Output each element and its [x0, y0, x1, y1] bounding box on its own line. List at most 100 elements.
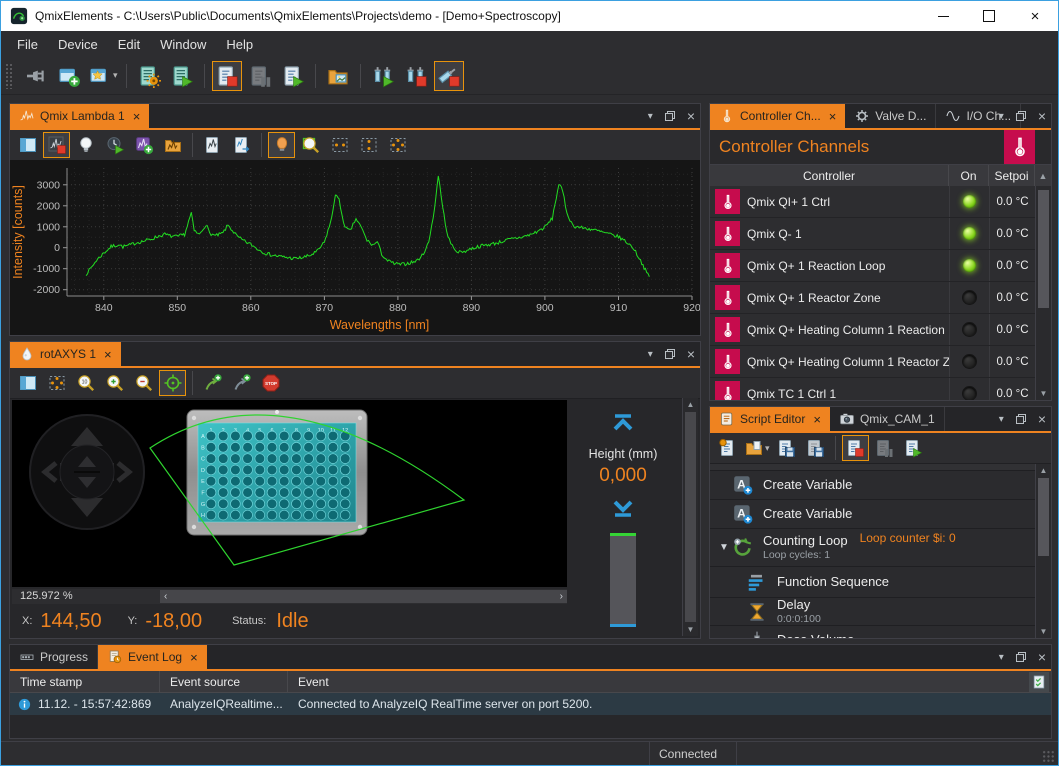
report-icon[interactable]	[199, 132, 226, 158]
add-device-window-icon[interactable]	[54, 61, 84, 91]
script-pause-icon[interactable]	[871, 435, 898, 461]
tab-close-icon[interactable]: ×	[829, 110, 837, 123]
script-item-create-variable[interactable]: ACreate Variable	[710, 471, 1035, 500]
on-cell[interactable]	[949, 314, 989, 345]
spectrum-stop-icon[interactable]	[43, 132, 70, 158]
script-item-dose-volume[interactable]: Dose Volume	[710, 626, 1035, 638]
controller-row[interactable]: Qmix Q+ Heating Column 1 Reactor Zone0.0…	[710, 346, 1035, 378]
filter-log-icon[interactable]	[1029, 672, 1049, 692]
tab-close-icon[interactable]: ×	[133, 110, 141, 123]
zoom-out-icon[interactable]	[130, 370, 157, 396]
setpoint-cell[interactable]: 0.0 °C	[989, 346, 1035, 377]
menu-item-edit[interactable]: Edit	[108, 37, 150, 52]
add-position-icon[interactable]	[199, 370, 226, 396]
spectrum-chart[interactable]: 840850860870880890900910920-2000-1000010…	[10, 160, 700, 335]
on-cell[interactable]	[949, 282, 989, 313]
pane-close-icon[interactable]: ×	[1038, 411, 1046, 427]
pane-close-icon[interactable]: ×	[1038, 649, 1046, 665]
panel-toggle-icon[interactable]	[14, 370, 41, 396]
menu-item-device[interactable]: Device	[48, 37, 108, 52]
tab-qmix-cam-1[interactable]: Qmix_CAM_1	[830, 407, 945, 431]
menu-item-window[interactable]: Window	[150, 37, 216, 52]
lamp-icon[interactable]	[268, 132, 295, 158]
pane-menu-icon[interactable]: ▾	[999, 652, 1004, 663]
pumps-stop-icon[interactable]	[401, 61, 431, 91]
tab-controller-ch-[interactable]: Controller Ch...×	[710, 104, 845, 128]
script-pause-icon[interactable]	[245, 61, 275, 91]
tab-close-icon[interactable]: ×	[104, 348, 112, 361]
pane-float-icon[interactable]	[1015, 413, 1027, 425]
pane-close-icon[interactable]: ×	[687, 108, 695, 124]
favorites-window-icon[interactable]: ▾	[87, 61, 119, 91]
toolbar-grip[interactable]	[5, 63, 13, 89]
syringe-stop-icon[interactable]	[434, 61, 464, 91]
timer-start-icon[interactable]	[101, 132, 128, 158]
pane-close-icon[interactable]: ×	[1038, 108, 1046, 124]
menu-item-file[interactable]: File	[7, 37, 48, 52]
fit-all-icon[interactable]	[384, 132, 411, 158]
column-timestamp[interactable]: Time stamp	[10, 671, 160, 692]
export-icon[interactable]	[228, 132, 255, 158]
pumps-start-icon[interactable]	[368, 61, 398, 91]
well-plate[interactable]: 123456789101112ABCDEFGH	[187, 410, 367, 535]
script-item-delay[interactable]: Delay0:0:0:100	[710, 598, 1035, 626]
move-to-bottom-icon[interactable]	[610, 497, 636, 519]
scroll-up-icon[interactable]: ▲	[1035, 165, 1051, 187]
setpoint-cell[interactable]: 0.0 °C	[989, 186, 1035, 217]
fit-width-icon[interactable]	[326, 132, 353, 158]
pane-menu-icon[interactable]: ▾	[999, 414, 1004, 425]
pane-menu-icon[interactable]: ▾	[648, 111, 653, 122]
add-position-alt-icon[interactable]	[228, 370, 255, 396]
pane-menu-icon[interactable]: ▾	[999, 111, 1004, 122]
column-on[interactable]: On	[949, 165, 989, 187]
on-cell[interactable]	[949, 378, 989, 401]
tab-qmix-lambda-1[interactable]: Qmix Lambda 1×	[10, 104, 149, 128]
rotaxys-vscrollbar[interactable]: ▲▼	[682, 398, 698, 636]
tab-close-icon[interactable]: ×	[813, 413, 821, 426]
on-cell[interactable]	[949, 186, 989, 217]
pane-float-icon[interactable]	[1015, 651, 1027, 663]
column-event-source[interactable]: Event source	[160, 671, 288, 692]
save-all-icon[interactable]	[802, 435, 829, 461]
tab-script-editor[interactable]: Script Editor×	[710, 407, 830, 431]
menu-item-help[interactable]: Help	[216, 37, 263, 52]
script-stop-icon[interactable]	[212, 61, 242, 91]
save-script-icon[interactable]	[773, 435, 800, 461]
fit-height-icon[interactable]	[355, 132, 382, 158]
target-mode-icon[interactable]	[159, 370, 186, 396]
setpoint-cell[interactable]: 0.0 °C	[989, 282, 1035, 313]
move-to-top-icon[interactable]	[610, 412, 636, 434]
on-cell[interactable]	[949, 250, 989, 281]
script-start-all-icon[interactable]	[167, 61, 197, 91]
setpoint-cell[interactable]: 0.0 °C	[989, 378, 1035, 401]
height-slider[interactable]	[610, 536, 636, 624]
panel-toggle-icon[interactable]	[14, 132, 41, 158]
tab-rotaxys-1[interactable]: rotAXYS 1×	[10, 342, 121, 366]
zoom-in-icon[interactable]	[101, 370, 128, 396]
resize-grip[interactable]	[1042, 750, 1055, 763]
chevron-down-icon[interactable]: ▼	[716, 542, 732, 553]
column-controller[interactable]: Controller	[710, 165, 949, 187]
open-script-icon[interactable]: ▾	[743, 435, 771, 461]
disconnect-icon[interactable]	[21, 61, 51, 91]
script-start-icon[interactable]	[900, 435, 927, 461]
spectrum-folder-icon[interactable]	[159, 132, 186, 158]
controller-row[interactable]: Qmix Q+ Heating Column 1 Reaction Loop0.…	[710, 314, 1035, 346]
minimize-button[interactable]	[920, 1, 966, 31]
on-cell[interactable]	[949, 346, 989, 377]
on-cell[interactable]	[949, 218, 989, 249]
column-event[interactable]: Event	[288, 671, 1051, 692]
tab-valve-d-[interactable]: Valve D...	[845, 104, 936, 128]
tab-progress[interactable]: Progress	[10, 645, 98, 669]
pane-float-icon[interactable]	[1015, 110, 1027, 122]
nav-pad[interactable]	[29, 414, 145, 530]
pane-float-icon[interactable]	[664, 348, 676, 360]
controller-row[interactable]: Qmix Q+ 1 Reaction Loop0.0 °C	[710, 250, 1035, 282]
close-button[interactable]: ×	[1012, 1, 1058, 31]
tab-event-log[interactable]: Event Log×	[98, 645, 207, 669]
tab-close-icon[interactable]: ×	[190, 651, 198, 664]
rotaxys-hscrollbar[interactable]: ‹›	[160, 590, 567, 603]
bulb-icon[interactable]	[72, 132, 99, 158]
new-script-icon[interactable]	[714, 435, 741, 461]
script-run-icon[interactable]	[278, 61, 308, 91]
